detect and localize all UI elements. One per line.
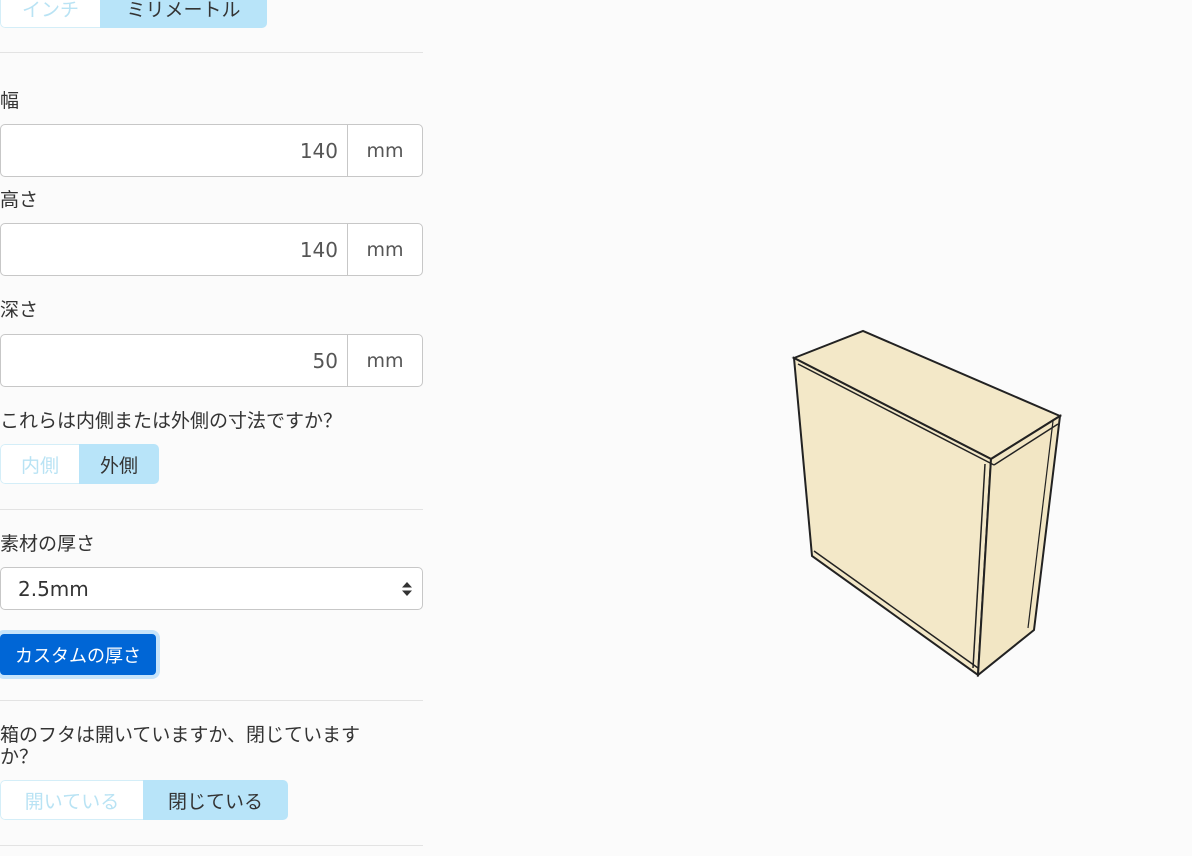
units-mm-option[interactable]: ミリメートル <box>100 0 267 28</box>
custom-thickness-button[interactable]: カスタムの厚さ <box>0 634 156 675</box>
height-label: 高さ <box>0 189 39 211</box>
dimension-type-toggle: 内側 外側 <box>0 444 159 484</box>
depth-input-group: 50 mm <box>0 334 423 387</box>
outside-option[interactable]: 外側 <box>79 444 159 484</box>
lid-open-option[interactable]: 開いている <box>0 780 143 820</box>
box-3d-preview[interactable] <box>780 318 1080 688</box>
lid-question-line2: か？ <box>0 746 39 768</box>
height-input[interactable]: 140 <box>1 224 348 275</box>
inside-option[interactable]: 内側 <box>0 444 79 484</box>
units-toggle: インチ ミリメートル <box>0 0 267 28</box>
settings-panel: インチ ミリメートル 幅 140 mm 高さ 140 mm 深さ 50 mm こ… <box>0 0 423 856</box>
material-thickness-value: 2.5mm <box>18 576 89 601</box>
width-label: 幅 <box>0 90 20 112</box>
divider <box>0 509 423 510</box>
height-unit: mm <box>366 238 404 261</box>
divider <box>0 700 423 701</box>
depth-unit: mm <box>366 349 404 372</box>
width-input[interactable]: 140 <box>1 125 348 176</box>
select-arrows-icon <box>392 581 422 597</box>
units-inch-option[interactable]: インチ <box>0 0 100 28</box>
depth-label: 深さ <box>0 299 39 321</box>
width-input-group: 140 mm <box>0 124 423 177</box>
dimension-type-question: これらは内側または外側の寸法ですか？ <box>0 410 343 432</box>
divider <box>0 52 423 53</box>
divider <box>0 845 423 846</box>
lid-toggle: 開いている 閉じている <box>0 780 288 820</box>
width-unit: mm <box>366 139 404 162</box>
height-input-group: 140 mm <box>0 223 423 276</box>
material-thickness-select[interactable]: 2.5mm <box>0 567 423 610</box>
material-thickness-label: 素材の厚さ <box>0 533 96 555</box>
lid-closed-option[interactable]: 閉じている <box>143 780 288 820</box>
depth-input[interactable]: 50 <box>1 335 348 386</box>
lid-question-line1: 箱のフタは開いていますか、閉じています <box>0 724 361 746</box>
